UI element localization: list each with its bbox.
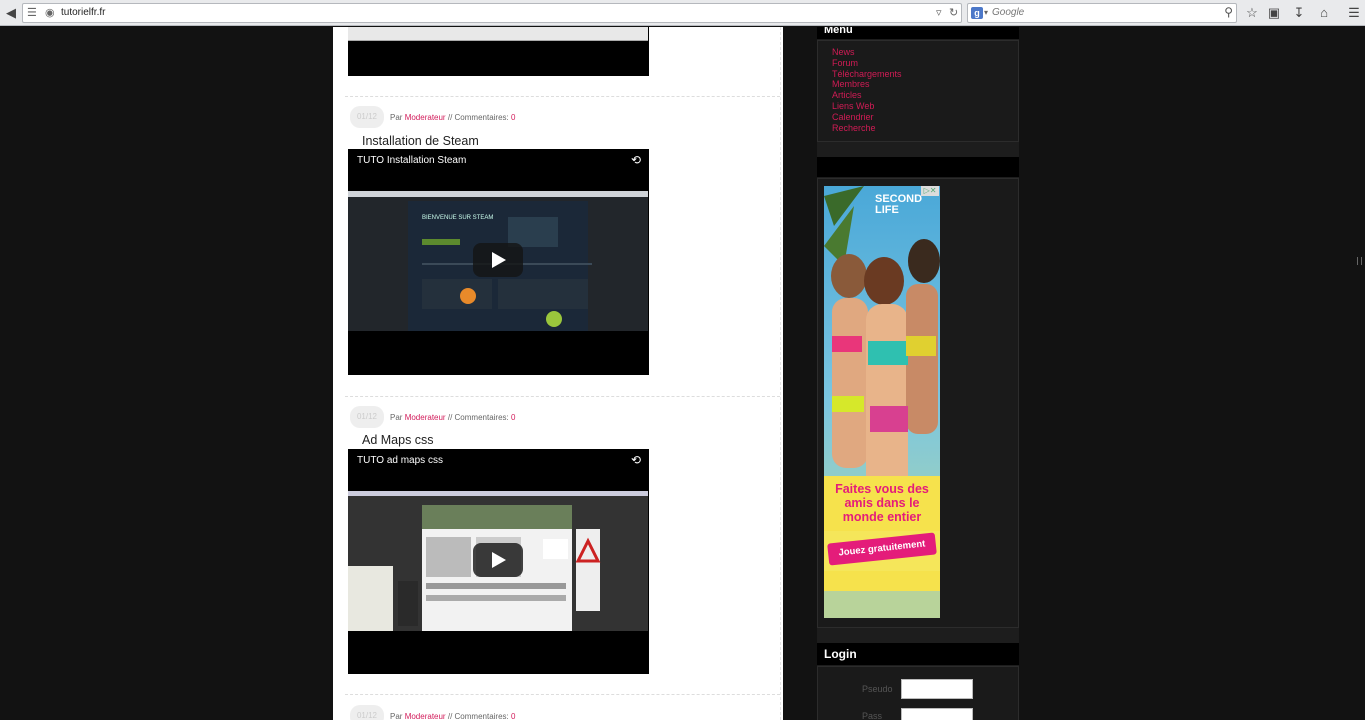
video-thumbnail[interactable]	[348, 491, 648, 631]
browser-toolbar: ◀ ☰ ◉ tutorielfr.fr ▿ ↻ g ▾ Google ⚲ ☆ ▣…	[0, 0, 1365, 26]
search-input[interactable]: Google	[992, 7, 1024, 18]
google-icon[interactable]: g	[971, 7, 983, 19]
username-label: Pseudo	[862, 684, 893, 694]
video-player[interactable]: TUTO ad maps css ⟲	[348, 449, 649, 674]
url-text[interactable]: tutorielfr.fr	[61, 7, 105, 18]
menu-list: News Forum Téléchargements Membres Artic…	[832, 47, 902, 133]
post-meta: Par Moderateur // Commentaires: 0	[390, 413, 516, 422]
reload-icon[interactable]: ↻	[949, 6, 958, 19]
menu-item-search[interactable]: Recherche	[832, 123, 902, 134]
content-divider	[780, 27, 781, 720]
search-bar[interactable]: g ▾ Google ⚲	[967, 3, 1237, 23]
chevron-down-icon[interactable]: ▾	[984, 8, 988, 17]
menu-item-news[interactable]: News	[832, 47, 902, 58]
video-header: TUTO ad maps css ⟲	[348, 449, 649, 491]
comments-link[interactable]: 0	[511, 712, 515, 720]
scrollbar-grip[interactable]	[1357, 257, 1362, 265]
url-bar[interactable]: ☰ ◉ tutorielfr.fr ▿ ↻	[22, 3, 962, 23]
post-separator	[345, 694, 780, 695]
menu-item-links[interactable]: Liens Web	[832, 101, 902, 112]
post-separator	[345, 96, 780, 97]
bookmarks-icon[interactable]: ▣	[1265, 4, 1283, 22]
comments-link[interactable]: 0	[511, 413, 515, 422]
ad-brand-logo: SECOND LIFE	[875, 193, 923, 216]
back-icon[interactable]: ◀	[2, 4, 20, 22]
username-input[interactable]	[901, 679, 973, 699]
menu-item-forum[interactable]: Forum	[832, 58, 902, 69]
ad-headline: Faites vous des amis dans le monde entie…	[835, 482, 929, 524]
menu-item-members[interactable]: Membres	[832, 79, 902, 90]
video-thumbnail[interactable]: BIENVENUE SUR STEAM	[348, 191, 648, 331]
list-icon[interactable]: ☰	[27, 6, 37, 19]
share-icon[interactable]: ⟲	[631, 153, 641, 167]
video-title[interactable]: TUTO ad maps css	[357, 455, 443, 466]
search-icon[interactable]: ⚲	[1224, 5, 1233, 19]
author-link[interactable]: Moderateur	[405, 712, 446, 720]
post-separator	[345, 396, 780, 397]
login-title: Login	[817, 643, 1019, 665]
video-header: TUTO Installation Steam ⟲	[348, 149, 649, 191]
hamburger-menu-icon[interactable]: ☰	[1345, 4, 1363, 22]
post-date-badge: 01/12	[350, 106, 384, 128]
play-button[interactable]	[473, 243, 523, 277]
video-title[interactable]: TUTO Installation Steam	[357, 155, 466, 166]
globe-icon: ◉	[45, 7, 55, 19]
home-icon[interactable]: ⌂	[1315, 4, 1333, 22]
advertisement-banner[interactable]: SECOND LIFE Faites vous des amis dans le…	[824, 186, 940, 618]
ad-header	[817, 157, 1019, 177]
video-screen-heading: BIENVENUE SUR STEAM	[422, 215, 493, 221]
video-screen-strip	[348, 27, 648, 41]
author-link[interactable]: Moderateur	[405, 413, 446, 422]
post-title[interactable]: Installation de Steam	[362, 134, 479, 148]
video-player[interactable]: TUTO Installation Steam ⟲ BIENVENUE SUR …	[348, 149, 649, 375]
post-date-badge: 01/12	[350, 406, 384, 428]
menu-item-calendar[interactable]: Calendrier	[832, 112, 902, 123]
author-link[interactable]: Moderateur	[405, 113, 446, 122]
share-icon[interactable]: ⟲	[631, 453, 641, 467]
menu-title: Menu	[817, 27, 1019, 39]
post-meta: Par Moderateur // Commentaires: 0	[390, 113, 516, 122]
ad-close-icon[interactable]: ▷✕	[921, 186, 939, 196]
download-icon[interactable]: ↧	[1290, 4, 1308, 22]
comments-link[interactable]: 0	[511, 113, 515, 122]
previous-video-embed[interactable]	[348, 27, 649, 76]
menu-item-articles[interactable]: Articles	[832, 90, 902, 101]
bookmark-star-icon[interactable]: ☆	[1243, 4, 1261, 22]
post-date-badge: 01/12	[350, 705, 384, 720]
menu-item-downloads[interactable]: Téléchargements	[832, 69, 902, 80]
dropdown-icon[interactable]: ▿	[936, 6, 942, 19]
post-meta: Par Moderateur // Commentaires: 0	[390, 712, 516, 720]
play-button[interactable]	[473, 543, 523, 577]
password-label: Pass	[862, 711, 883, 720]
password-input[interactable]	[901, 708, 973, 720]
post-title[interactable]: Ad Maps css	[362, 433, 434, 447]
